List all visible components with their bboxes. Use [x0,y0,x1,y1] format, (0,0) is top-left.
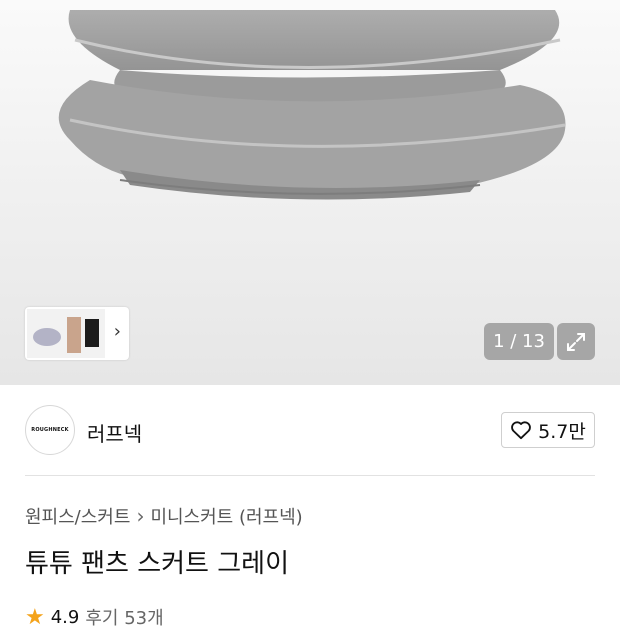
chevron-right-icon[interactable]: › [114,321,121,342]
like-count: 5.7만 [538,420,586,443]
brand-logo[interactable]: ROUGHNECK [25,405,75,455]
product-title: 튜튜 팬츠 스커트 그레이 [25,549,289,579]
rating-summary[interactable]: ★ 4.9 후기 53개 [25,604,164,630]
expand-icon [567,332,585,351]
rating-score: 4.9 [50,606,80,628]
breadcrumb-category[interactable]: 원피스/스커트 [25,503,130,529]
heart-icon [511,421,531,440]
star-icon: ★ [25,604,45,630]
like-button[interactable]: 5.7만 [501,412,595,448]
expand-button[interactable] [557,323,595,360]
divider [25,475,595,476]
chevron-right-icon: › [136,504,145,528]
brand-name[interactable]: 러프넥 [87,418,142,447]
breadcrumb-subcategory[interactable]: 미니스커트 (러프넥) [150,503,302,529]
thumbnail-image[interactable] [27,309,105,358]
brand-row[interactable]: ROUGHNECK 러프넥 5.7만 [0,385,620,475]
thumbnail-strip[interactable]: › [25,307,129,360]
review-count[interactable]: 후기 53개 [85,604,163,630]
image-counter: 1 / 13 [484,323,554,360]
product-image-gallery[interactable]: › 1 / 13 [0,0,620,385]
breadcrumb: 원피스/스커트 › 미니스커트 (러프넥) [25,503,303,529]
brand-logo-text: ROUGHNECK [31,427,69,433]
